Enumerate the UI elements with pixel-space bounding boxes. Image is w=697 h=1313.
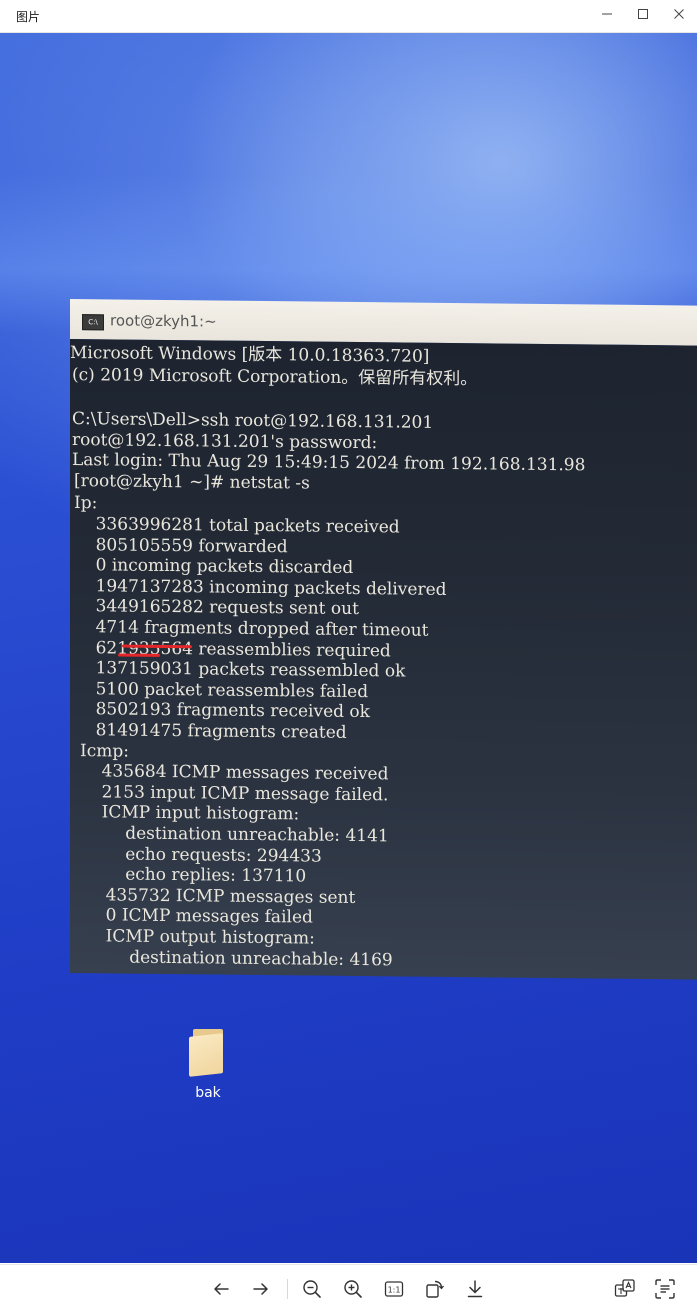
red-underline-mark — [118, 653, 160, 657]
zoom-out-icon — [303, 1280, 321, 1298]
next-icon — [253, 1283, 268, 1295]
terminal-line: 805105559 forwarded — [74, 534, 288, 557]
terminal-line: Ip: — [74, 493, 98, 514]
app-title: 图片 — [16, 10, 41, 24]
terminal-line: 8502193 fragments received ok — [74, 699, 370, 723]
terminal-line: C:\Users\Dell>ssh root@192.168.131.201 — [72, 409, 434, 433]
close-icon — [674, 9, 684, 19]
text-extract-icon — [655, 1279, 675, 1299]
minimize-icon — [602, 13, 612, 15]
terminal-line: 1947137283 incoming packets delivered — [74, 575, 447, 600]
folder-icon — [189, 1029, 227, 1077]
terminal-line: Icmp: — [80, 740, 129, 762]
terminal-body: destination unreachable: 4169 ICMP outpu… — [70, 339, 697, 980]
terminal-line: destination unreachable: 4141 — [82, 823, 389, 847]
terminal-line: 0 ICMP messages failed — [84, 905, 313, 928]
minimize-button[interactable] — [589, 0, 625, 28]
next-button[interactable] — [249, 1277, 273, 1301]
folder-label: bak — [195, 1085, 221, 1101]
terminal-title: root@zkyh1:~ — [110, 311, 217, 331]
terminal-line: echo replies: 137110 — [82, 864, 307, 887]
actual-size-label: 1:1 — [388, 1286, 401, 1295]
download-icon — [467, 1280, 483, 1298]
terminal-line: echo requests: 294433 — [82, 843, 322, 867]
terminal-line: ICMP output histogram: — [84, 926, 315, 949]
rotate-icon — [426, 1280, 444, 1298]
desktop-folder[interactable]: bak — [182, 1029, 234, 1109]
terminal-line: 4714 fragments dropped after timeout — [74, 617, 429, 641]
terminal-window: C:\ root@zkyh1:~ destination unreachable… — [70, 299, 697, 980]
rotate-button[interactable] — [422, 1277, 446, 1301]
terminal-line: 3363996281 total packets received — [74, 514, 400, 538]
terminal-line: root@192.168.131.201's password: — [72, 429, 378, 453]
terminal-line: 435732 ICMP messages sent — [84, 884, 356, 908]
terminal-line: 137159031 packets reassembled ok — [74, 658, 406, 682]
previous-icon — [214, 1283, 229, 1295]
photo-canvas[interactable]: C:\ root@zkyh1:~ destination unreachable… — [0, 33, 697, 1263]
terminal-line: 435684 ICMP messages received — [80, 761, 389, 785]
text-extract-button[interactable] — [653, 1277, 677, 1301]
terminal-line: 5100 packet reassembles failed — [74, 678, 369, 702]
terminal-line: [root@zkyh1 ~]# netstat -s — [74, 470, 310, 494]
download-button[interactable] — [463, 1277, 487, 1301]
close-button[interactable] — [661, 0, 697, 28]
terminal-line: 81491475 fragments created — [74, 720, 347, 743]
actual-size-icon: 1:1 — [384, 1281, 404, 1297]
terminal-line: 0 incoming packets discarded — [74, 555, 354, 579]
title-bar: 图片 — [0, 0, 697, 33]
zoom-in-button[interactable] — [341, 1277, 365, 1301]
toolbar-divider — [287, 1279, 288, 1299]
terminal-line: ICMP input histogram: — [80, 802, 300, 825]
maximize-icon — [638, 9, 648, 19]
zoom-in-icon — [344, 1280, 362, 1298]
terminal-line: 2153 input ICMP message failed. — [80, 781, 389, 806]
terminal-line: 621935564 reassemblies required — [74, 637, 391, 661]
terminal-line: destination unreachable: 4169 — [86, 946, 393, 970]
translate-button[interactable] — [613, 1277, 637, 1301]
actual-size-button[interactable]: 1:1 — [382, 1277, 406, 1301]
terminal-line: 3449165282 requests sent out — [74, 596, 359, 620]
viewer-toolbar: 1:1 — [0, 1264, 697, 1313]
previous-button[interactable] — [209, 1277, 233, 1301]
terminal-title-bar: C:\ root@zkyh1:~ — [70, 299, 697, 346]
console-icon: C:\ — [82, 314, 104, 331]
terminal-line: (c) 2019 Microsoft Corporation。保留所有权利。 — [72, 365, 478, 390]
translate-icon — [614, 1279, 635, 1297]
zoom-out-button[interactable] — [300, 1277, 324, 1301]
maximize-button[interactable] — [625, 0, 661, 28]
terminal-line: Microsoft Windows [版本 10.0.18363.720] — [70, 343, 430, 367]
